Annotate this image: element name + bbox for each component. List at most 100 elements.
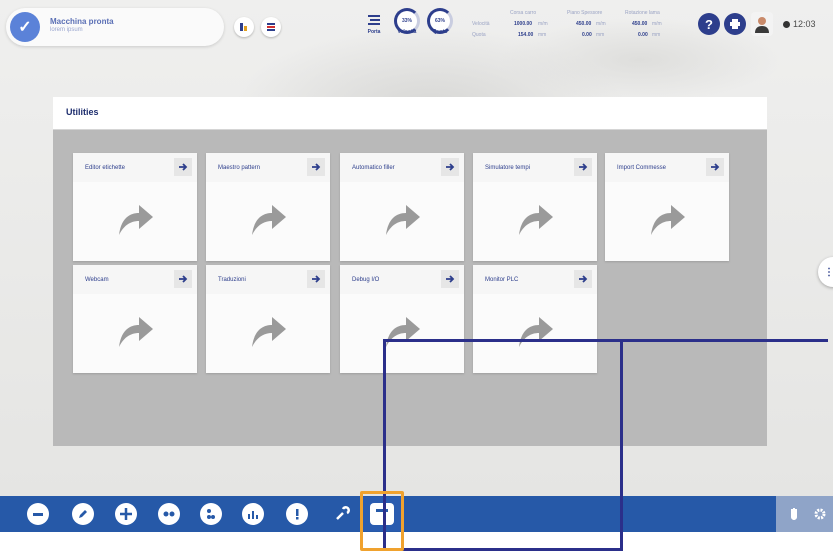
annotation-line xyxy=(383,548,623,551)
stat-value: 450.00 xyxy=(632,21,648,27)
stat-unit: m/m xyxy=(652,21,662,27)
arrow-right-icon xyxy=(579,163,588,171)
open-button[interactable] xyxy=(574,270,592,288)
open-button[interactable] xyxy=(307,158,325,176)
user-icon xyxy=(755,17,769,33)
utility-card[interactable]: Automatico filler xyxy=(340,153,464,261)
card-label: Simulatore tempi xyxy=(485,165,531,171)
utility-card[interactable]: Editor etichette xyxy=(73,153,197,261)
open-button[interactable] xyxy=(307,270,325,288)
annotation-line xyxy=(620,339,623,551)
card-label: Maestro pattern xyxy=(218,165,261,171)
share-arrow-icon xyxy=(119,317,153,347)
arrow-right-icon xyxy=(312,163,321,171)
stat-header: Corsa carro xyxy=(510,10,537,16)
annotation-frame xyxy=(383,339,828,551)
card-header: Automatico filler xyxy=(340,153,464,182)
share-arrow-icon xyxy=(386,205,420,235)
edit-button[interactable] xyxy=(72,503,94,525)
move-icon xyxy=(120,508,132,520)
clock-time: 12:03 xyxy=(793,19,816,29)
printer-icon[interactable] xyxy=(724,13,746,35)
clock-icon xyxy=(783,20,790,28)
utility-card[interactable]: Maestro pattern xyxy=(206,153,330,261)
utility-card[interactable]: Webcam xyxy=(73,265,197,373)
arrow-right-icon xyxy=(312,275,321,283)
tool-icon xyxy=(240,23,247,31)
open-button[interactable] xyxy=(174,158,192,176)
link-icon xyxy=(163,511,175,517)
arrow-right-icon xyxy=(179,275,188,283)
stat-row-label: Velocità xyxy=(472,21,490,27)
tool-status-button[interactable] xyxy=(234,17,254,37)
move-button[interactable] xyxy=(115,503,137,525)
settings-button[interactable] xyxy=(200,503,222,525)
arrow-right-icon xyxy=(446,163,455,171)
user-avatar[interactable] xyxy=(751,12,773,36)
card-header: Traduzioni xyxy=(206,265,330,294)
card-header: Monitor PLC xyxy=(473,265,597,294)
share-arrow-icon xyxy=(252,205,286,235)
page-title: Utilities xyxy=(66,107,99,117)
utility-card[interactable]: Traduzioni xyxy=(206,265,330,373)
arrow-right-icon xyxy=(711,163,720,171)
alert-icon xyxy=(296,509,299,520)
stat-value: 0.00 xyxy=(582,32,592,38)
status-title: Macchina pronta xyxy=(50,17,114,26)
share-arrow-icon xyxy=(519,205,553,235)
machine-status[interactable]: ✓ Macchina pronta lorem ipsum xyxy=(6,8,224,46)
velocita-label: Velocità xyxy=(397,29,417,35)
door-icon xyxy=(368,15,380,25)
alert-button[interactable] xyxy=(286,503,308,525)
card-label: Editor etichette xyxy=(85,165,126,171)
stat-value: 450.00 xyxy=(576,21,592,27)
card-header: Debug I/O xyxy=(340,265,464,294)
utilities-header: Utilities xyxy=(53,97,767,130)
open-button[interactable] xyxy=(174,270,192,288)
stat-header: Piano Spessore xyxy=(567,10,603,16)
utility-card[interactable]: Import Commesse xyxy=(605,153,729,261)
link-button[interactable] xyxy=(158,503,180,525)
chart-icon xyxy=(248,511,258,519)
minus-button[interactable] xyxy=(27,503,49,525)
open-button[interactable] xyxy=(441,270,459,288)
quota-label: Quota xyxy=(432,29,448,35)
axis-stats: Corsa carro Piano Spessore Rotazione lam… xyxy=(472,10,687,44)
settings-icon xyxy=(207,509,215,519)
porta-label: Porta xyxy=(367,29,381,35)
printer-glyph-icon xyxy=(730,19,740,29)
check-icon: ✓ xyxy=(10,12,40,42)
stat-value: 154.00 xyxy=(518,32,534,38)
highlight-box xyxy=(360,491,404,551)
card-header: Maestro pattern xyxy=(206,153,330,182)
stat-unit: mm xyxy=(538,32,547,38)
card-label: Traduzioni xyxy=(218,277,246,283)
arrow-right-icon xyxy=(179,163,188,171)
card-label: Monitor PLC xyxy=(485,277,519,283)
top-bar: ✓ Macchina pronta lorem ipsum Porta 33% … xyxy=(0,0,833,56)
utility-card[interactable]: Simulatore tempi xyxy=(473,153,597,261)
edit-icon xyxy=(79,510,87,518)
stat-unit: m/m xyxy=(538,21,548,27)
arrow-right-icon xyxy=(579,275,588,283)
open-button[interactable] xyxy=(706,158,724,176)
clock: 12:03 xyxy=(783,19,816,29)
share-arrow-icon xyxy=(651,205,685,235)
card-header: Editor etichette xyxy=(73,153,197,182)
card-label: Automatico filler xyxy=(352,165,395,171)
wrench-button[interactable] xyxy=(331,503,353,525)
share-arrow-icon xyxy=(252,317,286,347)
card-label: Import Commesse xyxy=(617,165,667,171)
open-button[interactable] xyxy=(441,158,459,176)
help-icon[interactable]: ? xyxy=(698,13,720,35)
stat-row-label: Quota xyxy=(472,32,486,38)
layers-icon xyxy=(267,23,275,31)
card-label: Debug I/O xyxy=(352,277,380,283)
chart-button[interactable] xyxy=(242,503,264,525)
minus-icon xyxy=(33,513,43,516)
card-header: Simulatore tempi xyxy=(473,153,597,182)
stat-unit: mm xyxy=(652,32,661,38)
card-label: Webcam xyxy=(85,277,109,283)
layers-status-button[interactable] xyxy=(261,17,281,37)
open-button[interactable] xyxy=(574,158,592,176)
